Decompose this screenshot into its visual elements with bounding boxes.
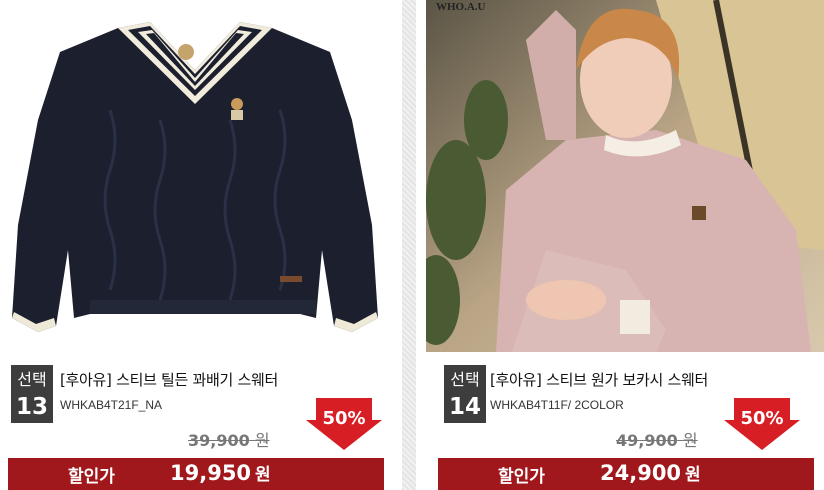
discount-percent: 50% <box>740 408 784 429</box>
product-image[interactable]: WHO.A.U <box>426 0 824 352</box>
select-label: 선택 <box>17 370 47 389</box>
select-label: 선택 <box>450 370 480 389</box>
sale-price-value: 19,950 <box>170 461 252 485</box>
product-card-13[interactable]: 선택 13 [후아유] 스티브 틸든 꽈배기 스웨터 WHKAB4T21F_NA… <box>0 0 390 490</box>
sale-price: 19,950 원 <box>170 460 271 485</box>
select-box[interactable]: 선택 14 <box>444 365 486 423</box>
sale-price-bar: 할인가 24,900 원 <box>438 458 814 490</box>
sale-price-unit: 원 <box>685 465 701 485</box>
photo-brand-text: WHO.A.U <box>436 1 486 13</box>
sale-price-unit: 원 <box>255 465 271 485</box>
product-title[interactable]: [후아유] 스티브 틸든 꽈배기 스웨터 <box>60 369 278 390</box>
sale-price-value: 24,900 <box>600 461 682 485</box>
product-code: WHKAB4T21F_NA <box>60 398 163 412</box>
navy-sweater-icon <box>12 22 378 332</box>
original-price-value: 39,900 <box>188 431 250 450</box>
sale-price: 24,900 원 <box>600 460 701 485</box>
original-price-value: 49,900 <box>616 431 678 450</box>
sale-label: 할인가 <box>68 467 115 487</box>
discount-badge: 50% <box>724 398 800 450</box>
sale-price-bar: 할인가 19,950 원 <box>8 458 384 490</box>
original-price-unit: 원 <box>254 431 270 450</box>
original-price: 49,900 원 <box>616 427 698 451</box>
discount-badge: 50% <box>306 398 382 450</box>
discount-percent: 50% <box>322 408 366 429</box>
product-card-14[interactable]: WHO.A.U 선택 14 [후아유] 스티브 원가 보카시 스웨터 WHKAB… <box>426 0 824 490</box>
select-number: 13 <box>15 394 48 420</box>
product-code: WHKAB4T11F/ 2COLOR <box>490 398 624 412</box>
sale-label: 할인가 <box>498 467 545 487</box>
column-divider <box>402 0 416 490</box>
select-number: 14 <box>448 394 481 420</box>
original-price-unit: 원 <box>682 431 698 450</box>
product-grid: 선택 13 [후아유] 스티브 틸든 꽈배기 스웨터 WHKAB4T21F_NA… <box>0 0 824 490</box>
product-image[interactable] <box>0 0 390 352</box>
original-price: 39,900 원 <box>188 427 270 451</box>
product-title[interactable]: [후아유] 스티브 원가 보카시 스웨터 <box>490 369 708 390</box>
model-photo-icon: WHO.A.U <box>426 0 824 352</box>
select-box[interactable]: 선택 13 <box>11 365 53 423</box>
